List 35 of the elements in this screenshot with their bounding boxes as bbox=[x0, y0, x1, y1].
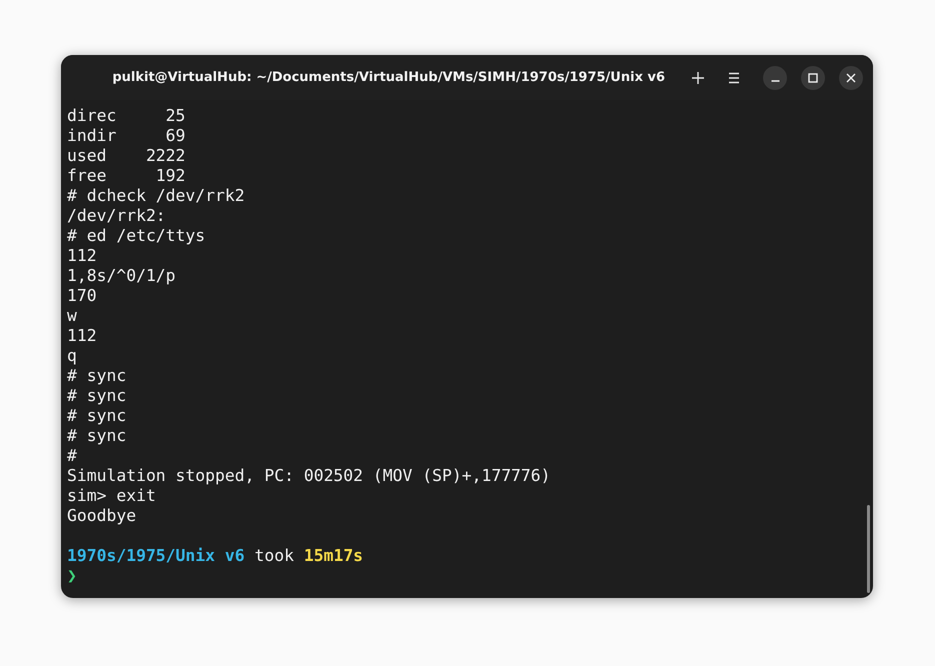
terminal-line: q bbox=[67, 346, 78, 366]
terminal-line: sim> exit bbox=[67, 486, 157, 506]
terminal-line: w bbox=[67, 306, 78, 326]
prompt-path: 1970s/1975/Unix v6 bbox=[67, 546, 245, 565]
terminal-line: 112 bbox=[67, 326, 98, 346]
scrollbar[interactable] bbox=[867, 505, 870, 593]
terminal-line: # ed /etc/ttys bbox=[67, 226, 206, 246]
terminal-line: Simulation stopped, PC: 002502 (MOV (SP)+,177776) bbox=[67, 466, 552, 486]
minimize-button[interactable] bbox=[763, 66, 787, 90]
close-button[interactable] bbox=[839, 66, 863, 90]
terminal-line: Goodbye bbox=[67, 506, 138, 526]
terminal-line: direc 25 bbox=[67, 106, 186, 126]
terminal-line: 1,8s/^0/1/p bbox=[67, 266, 177, 286]
elapsed-time: 15m17s bbox=[304, 546, 364, 565]
menu-icon bbox=[727, 72, 741, 84]
terminal-line: # sync bbox=[67, 406, 128, 426]
maximize-button[interactable] bbox=[801, 66, 825, 90]
terminal-line: 170 bbox=[67, 286, 98, 306]
close-icon bbox=[846, 72, 856, 82]
window-title: pulkit@VirtualHub: ~/Documents/VirtualHub/VMs/SIMH/1970s/1975/Unix v6 bbox=[111, 70, 666, 85]
plus-icon bbox=[691, 70, 705, 84]
terminal-line: free 192 bbox=[67, 166, 186, 186]
minimize-icon bbox=[770, 80, 780, 82]
maximize-icon bbox=[808, 72, 818, 82]
terminal-line: indir 69 bbox=[67, 126, 186, 146]
terminal-line: used 2222 bbox=[67, 146, 186, 166]
terminal-line: # sync bbox=[67, 366, 128, 386]
terminal-line: /dev/rrk2: bbox=[67, 206, 167, 226]
terminal-line: # sync bbox=[67, 426, 128, 446]
prompt-text: took bbox=[253, 546, 295, 565]
prompt-symbol: ❯ bbox=[67, 566, 77, 585]
terminal-line: # sync bbox=[67, 386, 128, 406]
terminal-line: # bbox=[67, 446, 78, 466]
terminal-line: 112 bbox=[67, 246, 98, 266]
terminal-line: # dcheck /dev/rrk2 bbox=[67, 186, 246, 206]
